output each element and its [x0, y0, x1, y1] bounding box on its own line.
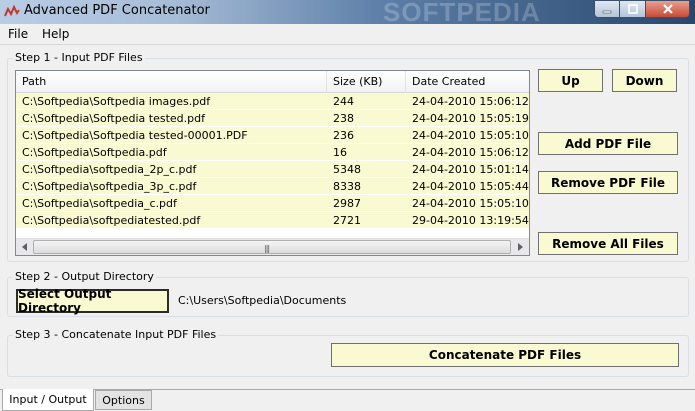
step3-label: Step 3 - Concatenate Input PDF Files [13, 328, 219, 341]
row-path: C:\Softpedia\softpediatested.pdf [22, 214, 201, 227]
row-path: C:\Softpedia\softpedia_c.pdf [22, 197, 177, 210]
row-path: C:\Softpedia\Softpedia tested-00001.PDF [22, 129, 248, 142]
row-size: 236 [333, 129, 354, 142]
menu-bar: File Help [0, 24, 695, 45]
remove-pdf-file-button[interactable]: Remove PDF File [538, 171, 678, 194]
column-size[interactable]: Size (KB) [327, 71, 406, 93]
close-icon [662, 4, 673, 14]
row-path: C:\Softpedia\Softpedia.pdf [22, 146, 167, 159]
maximize-button[interactable] [620, 0, 646, 18]
list-rows: C:\Softpedia\Softpedia images.pdf 244 24… [16, 93, 529, 229]
row-path: C:\Softpedia\Softpedia images.pdf [22, 95, 211, 108]
row-size: 238 [333, 112, 354, 125]
row-size: 2721 [333, 214, 361, 227]
row-size: 5348 [333, 163, 361, 176]
add-pdf-file-button[interactable]: Add PDF File [538, 132, 678, 155]
row-date: 24-04-2010 15:06:12 [412, 95, 529, 108]
scroll-right-button[interactable] [512, 239, 529, 255]
row-date: 24-04-2010 15:06:12 [412, 146, 529, 159]
app-icon [4, 4, 20, 17]
remove-all-files-button[interactable]: Remove All Files [538, 232, 678, 255]
tab-input-output[interactable]: Input / Output [2, 389, 94, 411]
down-button[interactable]: Down [612, 69, 677, 92]
maximize-icon [627, 4, 638, 14]
row-path: C:\Softpedia\softpedia_3p_c.pdf [22, 180, 197, 193]
row-size: 8338 [333, 180, 361, 193]
row-size: 244 [333, 95, 354, 108]
table-row[interactable]: C:\Softpedia\Softpedia.pdf 16 24-04-2010… [16, 144, 529, 161]
input-files-list[interactable]: Path Size (KB) Date Created C:\Softpedia… [15, 70, 530, 256]
minimize-button[interactable] [594, 0, 620, 18]
table-row[interactable]: C:\Softpedia\Softpedia tested-00001.PDF … [16, 127, 529, 144]
table-row[interactable]: C:\Softpedia\softpedia_c.pdf 2987 24-04-… [16, 195, 529, 212]
horizontal-scrollbar[interactable]: ||| [16, 238, 529, 255]
select-output-directory-button[interactable]: Select Output Directory [16, 287, 169, 315]
menu-help[interactable]: Help [42, 27, 69, 41]
row-size: 2987 [333, 197, 361, 210]
row-date: 24-04-2010 15:05:19 [412, 112, 529, 125]
up-button[interactable]: Up [538, 69, 603, 92]
concatenate-pdf-files-button[interactable]: Concatenate PDF Files [331, 343, 679, 367]
table-row[interactable]: C:\Softpedia\Softpedia tested.pdf 238 24… [16, 110, 529, 127]
scroll-left-button[interactable] [16, 239, 33, 255]
row-date: 24-04-2010 15:05:44 [412, 180, 529, 193]
arrow-left-icon [21, 243, 27, 251]
step1-label: Step 1 - Input PDF Files [13, 51, 145, 64]
minimize-icon [602, 10, 612, 14]
output-directory-path: C:\Users\Softpedia\Documents [178, 294, 347, 307]
row-path: C:\Softpedia\Softpedia tested.pdf [22, 112, 205, 125]
table-row[interactable]: C:\Softpedia\softpediatested.pdf 2721 29… [16, 212, 529, 229]
close-button[interactable] [646, 0, 690, 18]
tab-strip: Input / Output Options [0, 389, 695, 411]
list-header: Path Size (KB) Date Created [16, 71, 529, 93]
column-date[interactable]: Date Created [406, 71, 529, 93]
row-date: 24-04-2010 15:05:10 [412, 129, 529, 142]
table-row[interactable]: C:\Softpedia\softpedia_3p_c.pdf 8338 24-… [16, 178, 529, 195]
grip-icon: ||| [264, 244, 270, 253]
menu-file[interactable]: File [8, 27, 28, 41]
row-path: C:\Softpedia\softpedia_2p_c.pdf [22, 163, 197, 176]
row-size: 16 [333, 146, 347, 159]
window-title: Advanced PDF Concatenator [24, 3, 210, 18]
scrollbar-thumb[interactable]: ||| [33, 240, 511, 254]
tab-options[interactable]: Options [95, 390, 152, 410]
table-row[interactable]: C:\Softpedia\softpedia_2p_c.pdf 5348 24-… [16, 161, 529, 178]
step2-label: Step 2 - Output Directory [13, 270, 156, 283]
row-date: 24-04-2010 15:01:14 [412, 163, 529, 176]
table-row[interactable]: C:\Softpedia\Softpedia images.pdf 244 24… [16, 93, 529, 110]
arrow-right-icon [517, 243, 523, 251]
row-date: 29-04-2010 13:19:54 [412, 214, 529, 227]
row-date: 24-04-2010 15:05:10 [412, 197, 529, 210]
column-path[interactable]: Path [16, 71, 327, 93]
title-bar: Advanced PDF Concatenator SOFTPEDIA [0, 0, 695, 27]
